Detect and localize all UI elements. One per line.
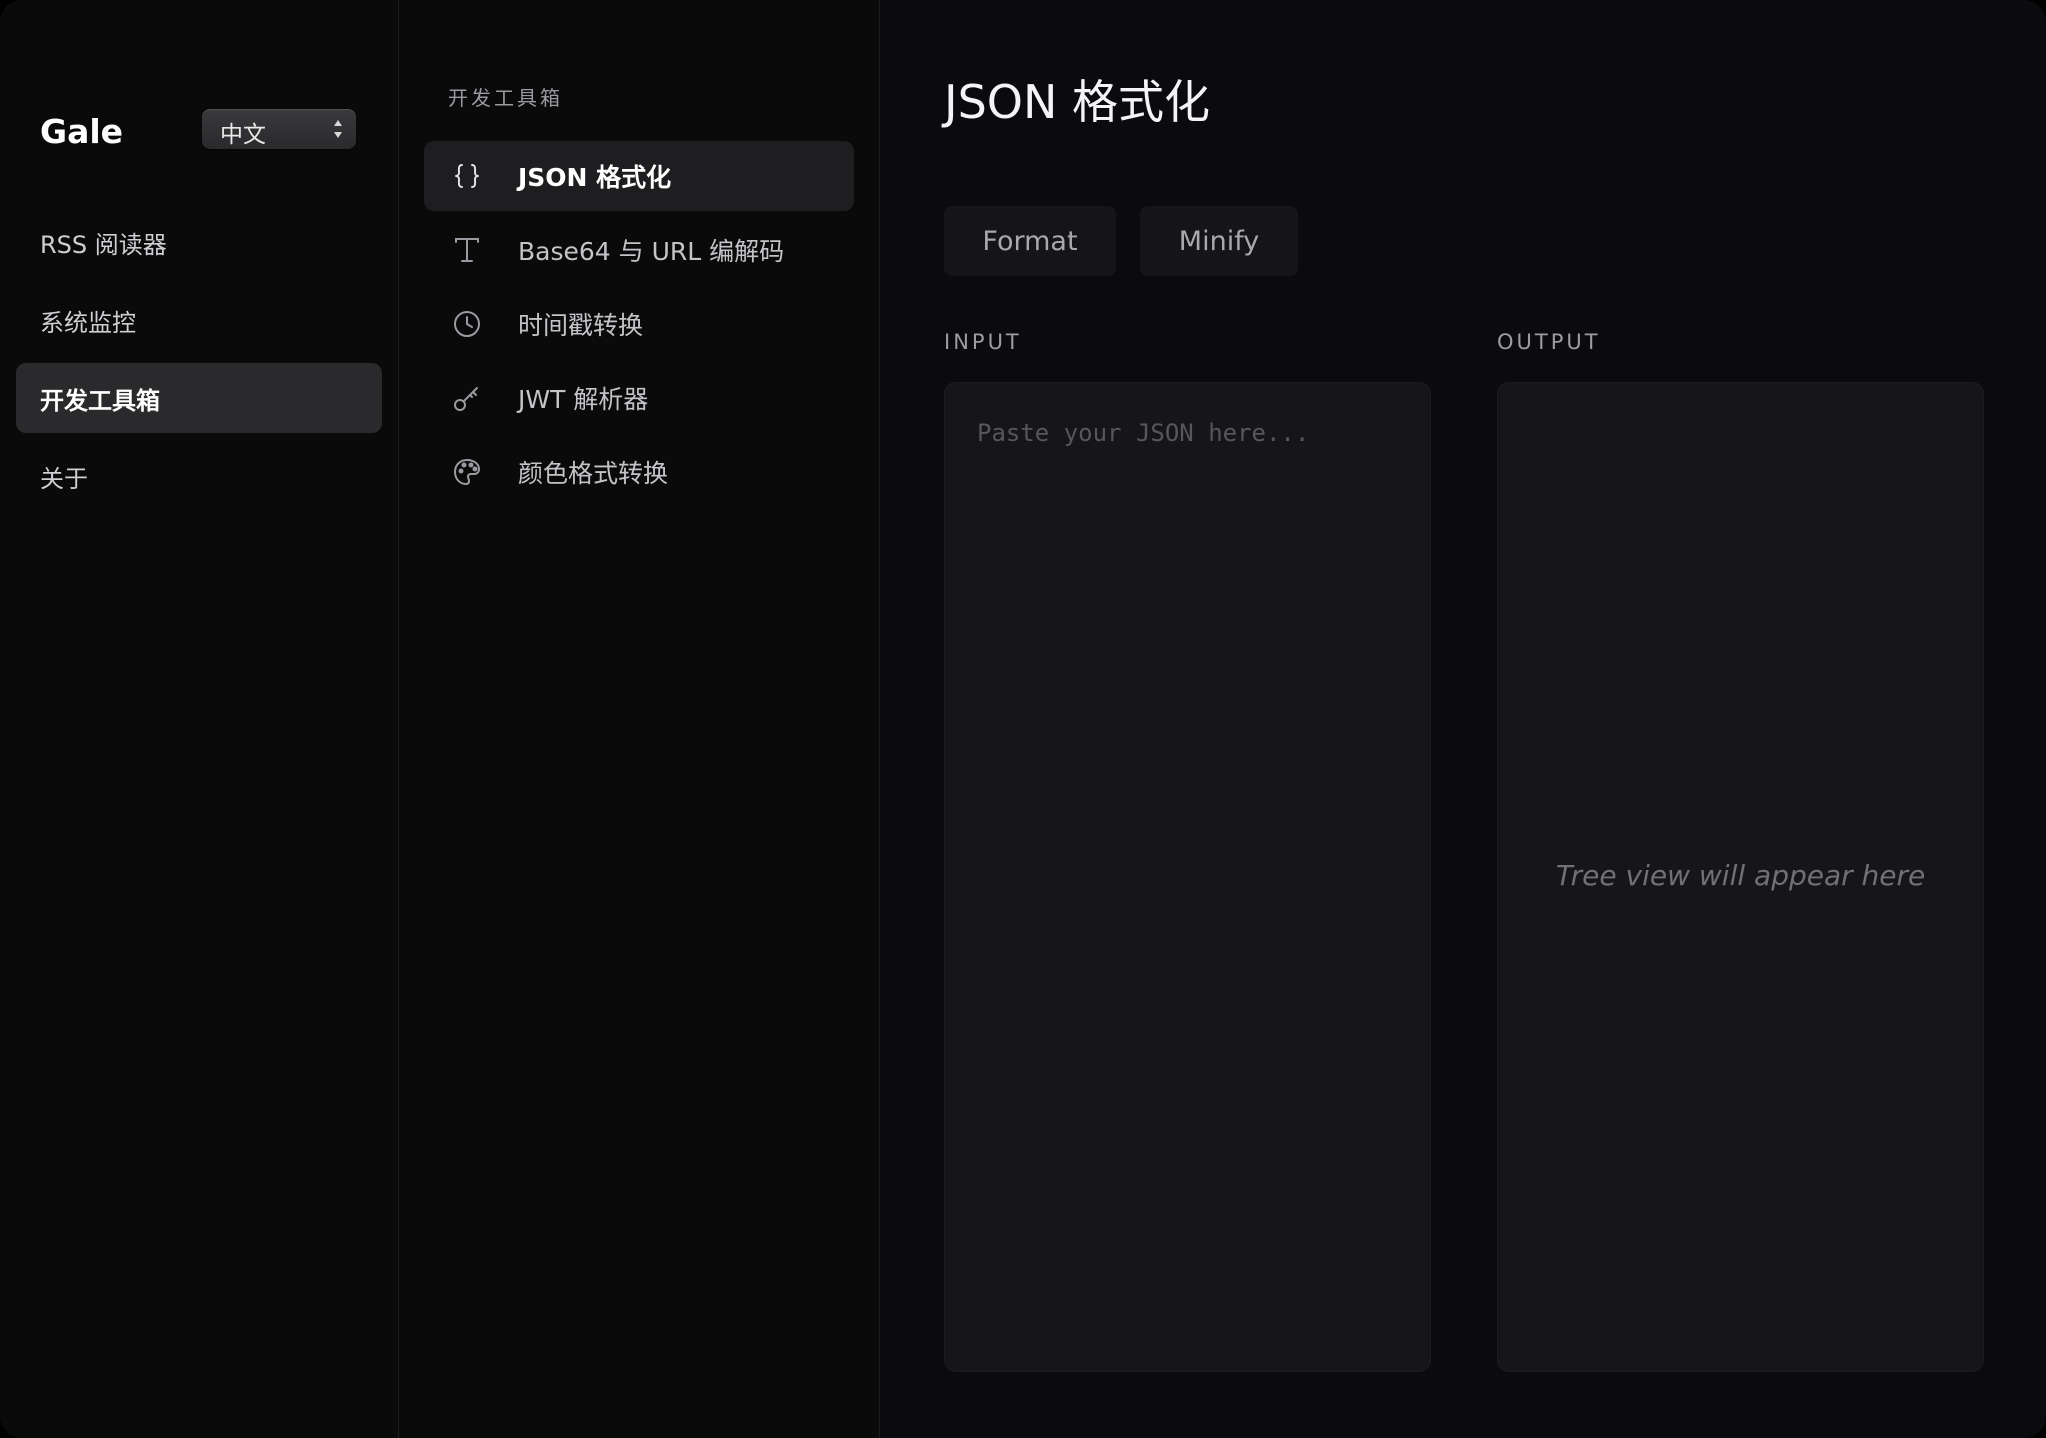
sidebar-item-label: RSS 阅读器 (40, 230, 167, 259)
sidebar: Gale 中文 RSS 阅读器 系统监控 开发工具箱 关于 (0, 0, 399, 1438)
tool-item-label: JSON 格式化 (518, 163, 672, 192)
tool-item-label: JWT 解析器 (518, 385, 649, 414)
braces-icon (450, 159, 484, 193)
input-label: INPUT (944, 330, 1022, 354)
tool-item-timestamp[interactable]: 时间戳转换 (424, 289, 854, 359)
page-title: JSON 格式化 (944, 75, 1211, 129)
text-icon (450, 233, 484, 267)
json-input[interactable] (945, 383, 1430, 1371)
sidebar-item-rss-reader[interactable]: RSS 阅读器 (16, 207, 382, 277)
tool-item-json-formatter[interactable]: JSON 格式化 (424, 141, 854, 211)
clock-icon (450, 307, 484, 341)
tool-item-base64-url[interactable]: Base64 与 URL 编解码 (424, 215, 854, 285)
minify-button[interactable]: Minify (1140, 206, 1298, 276)
tree-view-placeholder: Tree view will appear here (1555, 859, 1926, 892)
sidebar-item-label: 关于 (40, 464, 88, 493)
sidebar-item-system-monitor[interactable]: 系统监控 (16, 285, 382, 355)
sidebar-item-label: 系统监控 (40, 308, 136, 337)
language-select-value: 中文 (220, 122, 266, 148)
app-window: Gale 中文 RSS 阅读器 系统监控 开发工具箱 关于 开发工具箱 JSON… (0, 0, 2046, 1438)
input-panel (944, 382, 1431, 1372)
format-button[interactable]: Format (944, 206, 1116, 276)
palette-icon (450, 455, 484, 489)
output-panel[interactable]: Tree view will appear here (1497, 382, 1984, 1372)
tool-item-jwt-parser[interactable]: JWT 解析器 (424, 363, 854, 433)
tool-item-color-converter[interactable]: 颜色格式转换 (424, 437, 854, 507)
sidebar-item-dev-toolbox[interactable]: 开发工具箱 (16, 363, 382, 433)
tool-item-label: Base64 与 URL 编解码 (518, 237, 785, 266)
main-content: JSON 格式化 Format Minify INPUT OUTPUT Tree… (880, 0, 2046, 1438)
sidebar-item-about[interactable]: 关于 (16, 441, 382, 511)
tools-section-title: 开发工具箱 (448, 86, 563, 110)
updown-chevron-icon (334, 120, 342, 138)
tool-item-label: 时间戳转换 (518, 311, 644, 340)
output-label: OUTPUT (1497, 330, 1601, 354)
sidebar-item-label: 开发工具箱 (40, 386, 160, 415)
tools-panel: 开发工具箱 JSON 格式化 Base64 与 URL 编解码 时间戳转换 JW… (399, 0, 880, 1438)
tool-list: JSON 格式化 Base64 与 URL 编解码 时间戳转换 JWT 解析器 … (424, 141, 854, 511)
tool-item-label: 颜色格式转换 (518, 459, 669, 488)
key-icon (450, 381, 484, 415)
sidebar-nav: RSS 阅读器 系统监控 开发工具箱 关于 (16, 207, 382, 519)
language-select[interactable]: 中文 (202, 109, 356, 149)
app-brand: Gale (40, 112, 124, 151)
